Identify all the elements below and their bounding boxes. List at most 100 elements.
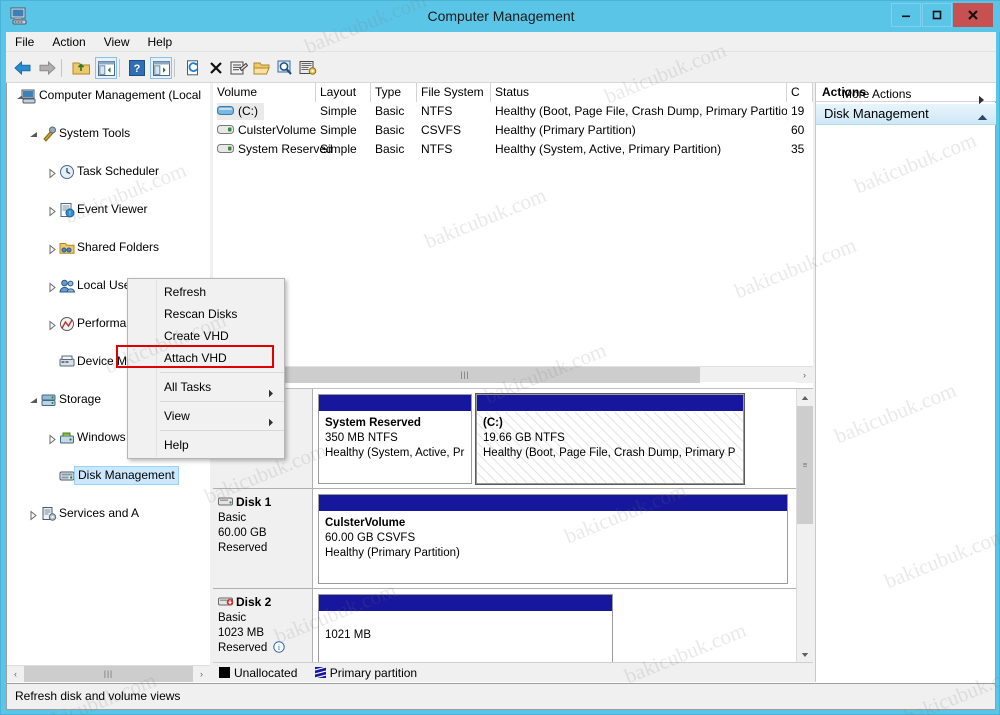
actions-group-disk-management[interactable]: Disk Management — [816, 103, 996, 125]
collapse-icon[interactable] — [28, 128, 39, 139]
disk-info-disk-2: Disk 2 Basic 1023 MB Reserved i — [213, 589, 313, 662]
back-icon[interactable] — [12, 57, 34, 79]
column-header-status[interactable]: Status — [491, 83, 787, 102]
volume-file-system: NTFS — [421, 142, 453, 156]
table-row[interactable]: CulsterVolume Simple Basic CSVFS Healthy… — [213, 121, 813, 140]
tree-horizontal-scrollbar[interactable]: ‹ ||| › — [7, 665, 210, 682]
column-header-volume[interactable]: Volume — [213, 83, 316, 102]
volume-layout: Simple — [320, 142, 357, 156]
expand-icon[interactable] — [47, 280, 58, 293]
menu-view[interactable]: View — [95, 32, 139, 51]
volume-name-cell: CulsterVolume — [217, 122, 322, 139]
delete-icon[interactable] — [205, 57, 227, 79]
context-menu-item-all-tasks[interactable]: All Tasks — [128, 376, 284, 398]
tree-label: Storage — [59, 392, 102, 406]
legend-unallocated: Unallocated — [219, 663, 297, 683]
context-menu[interactable]: Refresh Rescan Disks Create VHD Attach V… — [116, 278, 285, 459]
svg-text:?: ? — [134, 63, 141, 75]
tree-item-computer-management[interactable]: Computer Management (Local — [7, 86, 210, 105]
table-row[interactable]: (C:) Simple Basic NTFS Healthy (Boot, Pa… — [213, 102, 813, 121]
context-menu-item-view[interactable]: View — [128, 405, 284, 427]
chevron-up-icon[interactable] — [977, 110, 988, 124]
scroll-right-button[interactable]: › — [796, 367, 813, 383]
volume-type: Basic — [375, 123, 405, 137]
volume-capacity: 60 — [791, 123, 805, 137]
disk-row-disk-1[interactable]: Disk 1 Basic 60.00 GB Reserved CulsterVo… — [213, 489, 813, 589]
properties-icon[interactable] — [228, 57, 250, 79]
scroll-up-button[interactable] — [797, 389, 813, 406]
context-menu-item-help[interactable]: Help — [128, 434, 284, 456]
minimize-button[interactable] — [891, 3, 921, 27]
forward-icon[interactable] — [36, 57, 58, 79]
disk-row-disk-0[interactable]: Online System Reserved 350 MB NTFS Healt… — [213, 389, 813, 489]
column-header-capacity[interactable]: C — [787, 83, 813, 102]
volume-list-header: Volume Layout Type File System Status C — [213, 83, 813, 102]
column-header-file-system[interactable]: File System — [417, 83, 491, 102]
tree-item-task-scheduler[interactable]: Task Scheduler — [7, 162, 210, 181]
scroll-thumb[interactable]: ||| — [230, 367, 700, 383]
expand-icon[interactable] — [47, 166, 58, 179]
partition-c-drive[interactable]: (C:) 19.66 GB NTFS Healthy (Boot, Page F… — [475, 393, 745, 485]
scroll-down-button[interactable] — [797, 646, 813, 662]
expand-icon[interactable] — [28, 508, 39, 521]
maximize-button[interactable] — [922, 3, 952, 27]
context-menu-label: View — [164, 409, 190, 423]
expand-icon[interactable] — [47, 318, 58, 331]
scroll-left-button[interactable]: ‹ — [7, 666, 24, 682]
graph-vertical-scrollbar[interactable]: ≡ — [796, 389, 813, 662]
partition-status: Healthy (System, Active, Pr — [325, 447, 465, 459]
partition-name: CulsterVolume — [325, 517, 406, 529]
help-icon[interactable]: ? — [126, 57, 148, 79]
toolbar-separator-2 — [119, 59, 120, 77]
volume-layout: Simple — [320, 123, 357, 137]
tree-item-system-tools[interactable]: System Tools — [7, 124, 210, 143]
expand-icon[interactable] — [47, 204, 58, 217]
table-row[interactable]: System Reserved Simple Basic NTFS Health… — [213, 140, 813, 159]
show-action-pane-icon[interactable] — [150, 57, 172, 79]
pane-splitter[interactable]: ‹ ||| › — [213, 366, 813, 388]
context-menu-item-rescan-disks[interactable]: Rescan Disks — [128, 303, 284, 325]
scroll-right-button[interactable]: › — [193, 666, 210, 682]
expand-icon[interactable] — [47, 242, 58, 255]
close-button[interactable] — [953, 3, 993, 27]
tree-item-disk-management[interactable]: Disk Management — [7, 466, 210, 485]
disk-row-disk-2[interactable]: Disk 2 Basic 1023 MB Reserved i 1021 MB — [213, 589, 813, 662]
scroll-thumb[interactable]: ≡ — [797, 406, 813, 524]
partition-disk2-unnamed[interactable]: 1021 MB — [318, 594, 613, 662]
info-badge-icon[interactable]: i — [273, 641, 286, 658]
context-menu-item-create-vhd[interactable]: Create VHD — [128, 325, 284, 347]
menu-action[interactable]: Action — [43, 32, 94, 51]
volume-name: CulsterVolume — [238, 123, 317, 137]
context-menu-item-attach-vhd[interactable]: Attach VHD — [128, 347, 284, 369]
disk-type-disk-2: Basic — [218, 612, 247, 624]
status-text: Refresh disk and volume views — [15, 689, 181, 703]
actions-pane: Actions Disk Management More Actions — [815, 83, 996, 682]
search-icon[interactable] — [274, 57, 296, 79]
partition-culstervolume[interactable]: CulsterVolume 60.00 GB CSVFS Healthy (Pr… — [318, 494, 788, 584]
volume-capacity: 19 — [791, 104, 805, 118]
menu-file[interactable]: File — [6, 32, 43, 51]
volume-list-body: (C:) Simple Basic NTFS Healthy (Boot, Pa… — [213, 102, 813, 159]
show-hide-tree-icon[interactable] — [95, 57, 117, 79]
disk-management-icon — [59, 468, 75, 484]
collapse-icon[interactable] — [28, 394, 39, 405]
scroll-thumb[interactable]: ||| — [24, 666, 193, 682]
column-header-layout[interactable]: Layout — [316, 83, 371, 102]
open-icon[interactable] — [251, 57, 273, 79]
volume-list-horizontal-scrollbar[interactable]: ‹ ||| › — [213, 366, 813, 383]
column-header-type[interactable]: Type — [371, 83, 417, 102]
action-item-more-actions[interactable]: More Actions — [816, 83, 995, 105]
partition-status: Healthy (Boot, Page File, Crash Dump, Pr… — [483, 447, 736, 459]
scroll-grip: ||| — [460, 370, 470, 380]
context-menu-item-refresh[interactable]: Refresh — [128, 281, 284, 303]
rescan-disks-icon[interactable] — [297, 57, 319, 79]
volume-status: Healthy (Boot, Page File, Crash Dump, Pr… — [495, 104, 787, 118]
up-folder-icon[interactable] — [70, 57, 92, 79]
partition-system-reserved[interactable]: System Reserved 350 MB NTFS Healthy (Sys… — [318, 394, 472, 484]
expand-icon[interactable] — [47, 432, 58, 445]
tree-item-event-viewer[interactable]: ! Event Viewer — [7, 200, 210, 219]
tree-item-services-and-applications[interactable]: Services and A — [7, 504, 210, 523]
tree-item-shared-folders[interactable]: Shared Folders — [7, 238, 210, 257]
refresh-icon[interactable] — [182, 57, 204, 79]
menu-help[interactable]: Help — [139, 32, 182, 51]
